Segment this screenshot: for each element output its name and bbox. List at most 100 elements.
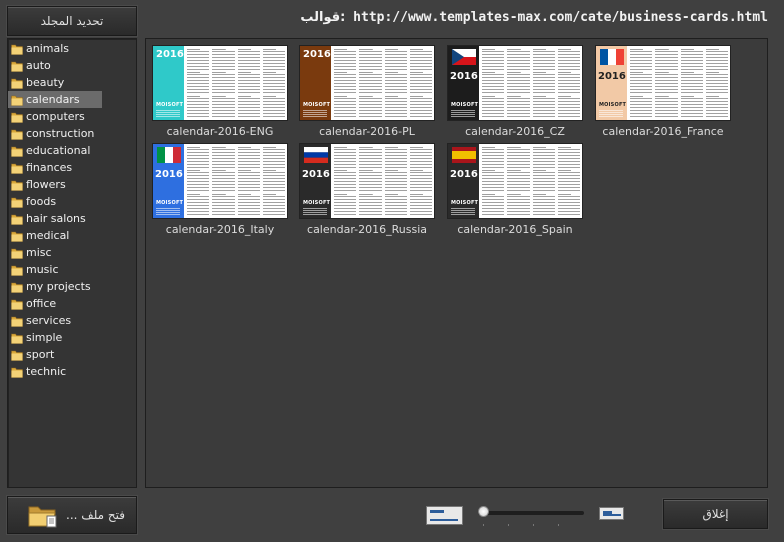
folder-icon [11,214,23,225]
folder-item-label: technic [26,365,67,378]
template-preview-image[interactable]: 2016 MOISOFT [595,45,731,121]
folder-icon [11,316,23,327]
open-folder-icon [28,506,57,528]
calendar-month [212,49,235,71]
folder-icon [11,248,23,259]
folder-item-hair-salons[interactable]: hair salons [8,210,102,227]
calendar-month [409,95,432,117]
close-button[interactable]: إغلاق [663,499,768,529]
calendar-month [557,193,580,215]
folder-item-beauty[interactable]: beauty [8,74,102,91]
calendar-month [212,147,235,169]
zoom-slider-track[interactable] [478,511,584,515]
template-preview-image[interactable]: 2016 MOISOFT [447,45,583,121]
calendar-month [262,72,285,94]
folder-item-calendars[interactable]: calendars [8,91,102,108]
folder-icon [11,231,23,242]
template-thumbnail[interactable]: 2016 MOISOFT calendar-2016_Russia [299,143,435,236]
template-thumbnail[interactable]: 2016 MOISOFT calendar-2016_Italy [152,143,288,236]
folder-item-label: office [26,297,57,310]
folder-item-label: computers [26,110,85,123]
folder-item-sport[interactable]: sport [8,346,102,363]
card-year: 2016 [450,169,478,180]
folder-item-foods[interactable]: foods [8,193,102,210]
folder-item-educational[interactable]: educational [8,142,102,159]
template-preview-image[interactable]: 2016 MOISOFT [299,143,435,219]
template-preview-image[interactable]: 2016 MOISOFT [299,45,435,121]
template-preview-image[interactable]: 2016 MOISOFT [152,45,288,121]
calendar-month [507,72,530,94]
template-thumbnail[interactable]: 2016 MOISOFT calendar-2016_Spain [447,143,583,236]
calendar-month [557,95,580,117]
calendar-month [532,95,555,117]
open-file-button[interactable]: ... فتح ملف [7,496,137,534]
zoom-slider-knob[interactable] [478,506,489,517]
calendar-grid [334,147,432,215]
calendar-month [334,193,357,215]
card-year: 2016 [450,71,478,82]
folder-item-medical[interactable]: medical [8,227,102,244]
zoom-slider[interactable] [478,506,584,526]
folder-item-misc[interactable]: misc [8,244,102,261]
folder-item-label: medical [26,229,70,242]
template-thumbnail[interactable]: 2016 MOISOFT calendar-2016-PL [299,45,435,138]
zoom-large-icon[interactable] [426,506,463,525]
select-folder-button[interactable]: تحديد المجلد [7,6,137,36]
folder-item-animals[interactable]: animals [8,40,102,57]
calendar-month [237,49,260,71]
template-thumbnail[interactable]: 2016 MOISOFT calendar-2016_CZ [447,45,583,138]
template-preview-image[interactable]: 2016 MOISOFT [152,143,288,219]
calendar-month [384,147,407,169]
calendar-month [532,49,555,71]
calendar-month [187,193,210,215]
path-label: قوالب: [300,10,346,25]
calendar-month [359,147,382,169]
folder-item-label: music [26,263,59,276]
card-contact-lines [303,110,327,117]
calendar-month [187,49,210,71]
calendar-grid [187,49,285,117]
calendar-month [655,95,678,117]
card-side-strip: 2016 MOISOFT [448,46,479,120]
card-side-strip: 2016 MOISOFT [153,144,184,218]
card-brand: MOISOFT [303,102,331,108]
folder-list[interactable]: animals auto beauty calendars computers const… [7,38,137,488]
folder-item-office[interactable]: office [8,295,102,312]
calendar-month [532,193,555,215]
calendar-month [334,95,357,117]
template-name-label: calendar-2016-PL [319,125,415,138]
card-brand: MOISOFT [156,200,184,206]
calendar-month [384,95,407,117]
template-preview-image[interactable]: 2016 MOISOFT [447,143,583,219]
folder-item-computers[interactable]: computers [8,108,102,125]
calendar-month [359,95,382,117]
calendar-month [262,170,285,192]
folder-item-technic[interactable]: technic [8,363,102,380]
calendar-month [532,170,555,192]
calendar-month [482,72,505,94]
folder-item-services[interactable]: services [8,312,102,329]
template-name-label: calendar-2016-ENG [166,125,274,138]
folder-item-label: sport [26,348,55,361]
template-thumbnail[interactable]: 2016 MOISOFT calendar-2016-ENG [152,45,288,138]
folder-item-flowers[interactable]: flowers [8,176,102,193]
folder-item-label: my projects [26,280,91,293]
folder-item-label: finances [26,161,73,174]
folder-item-finances[interactable]: finances [8,159,102,176]
folder-item-auto[interactable]: auto [8,57,102,74]
template-name-label: calendar-2016_Russia [307,223,427,236]
template-thumbnail[interactable]: 2016 MOISOFT calendar-2016_France [595,45,731,138]
calendar-month [384,193,407,215]
calendar-month [237,95,260,117]
zoom-small-icon[interactable] [599,507,624,520]
folder-item-construction[interactable]: construction [8,125,102,142]
calendar-month [384,170,407,192]
folder-item-label: simple [26,331,63,344]
folder-item-music[interactable]: music [8,261,102,278]
calendar-month [262,95,285,117]
calendar-month [187,147,210,169]
folder-item-my-projects[interactable]: my projects [8,278,102,295]
template-name-label: calendar-2016_Spain [457,223,573,236]
card-year: 2016 [598,71,626,82]
folder-item-simple[interactable]: simple [8,329,102,346]
